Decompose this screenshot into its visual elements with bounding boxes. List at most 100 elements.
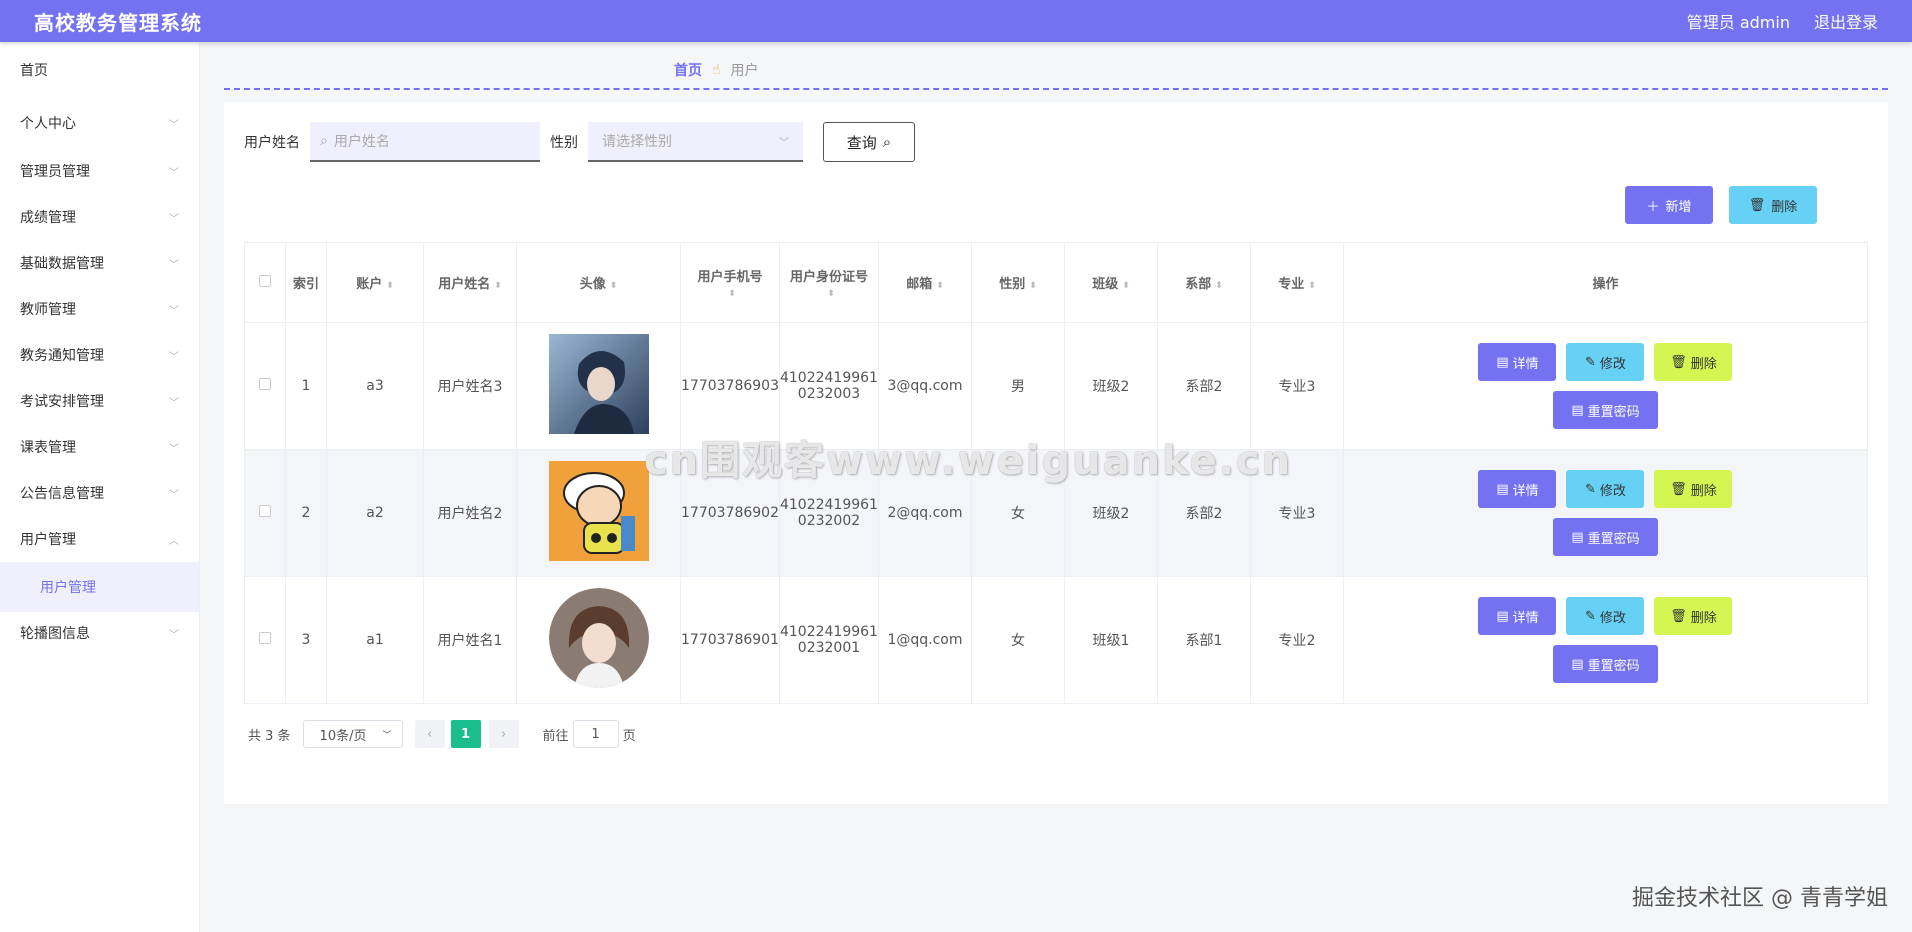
name-search-input[interactable]: ⌕ 用户姓名	[310, 122, 540, 162]
sort-icon: ⬍	[1029, 281, 1037, 291]
page-number[interactable]: 1	[450, 720, 481, 748]
reset-password-button[interactable]: ▤ 重置密码	[1552, 391, 1658, 429]
document-icon: ▤	[1571, 656, 1584, 672]
col-email[interactable]: 邮箱 ⬍	[877, 242, 972, 323]
table-row: 3 a1 用户姓名1 17703786901 41022419961 023200…	[244, 576, 1869, 704]
trash-icon: 🗑	[1670, 608, 1687, 624]
col-class[interactable]: 班级 ⬍	[1063, 242, 1158, 323]
avatar[interactable]	[548, 461, 649, 561]
add-button[interactable]: ＋ 新增	[1625, 186, 1713, 224]
gender-placeholder: 请选择性别	[602, 134, 672, 150]
search-icon: ⌕	[882, 133, 892, 151]
pencil-icon: ✎	[1585, 608, 1596, 624]
chevron-down-icon: ﹀	[169, 397, 179, 409]
cell-account: a1	[326, 576, 424, 704]
breadcrumb-home[interactable]: 首页	[674, 60, 702, 80]
reset-password-button[interactable]: ▤ 重置密码	[1552, 518, 1658, 556]
detail-button[interactable]: ▤ 详情	[1478, 343, 1557, 381]
sidebar-subitem-users[interactable]: 用户管理	[0, 562, 199, 612]
cell-phone: 17703786902	[680, 449, 780, 577]
corner-watermark: 掘金技术社区 @ 青青学姐	[1632, 886, 1888, 911]
delete-button[interactable]: 🗑 删除	[1654, 470, 1733, 508]
sidebar-item-carousel[interactable]: 轮播图信息 ﹀	[0, 612, 199, 654]
chevron-down-icon: ﹀	[169, 259, 179, 271]
goto-suffix: 页	[622, 728, 636, 744]
sidebar-item-home[interactable]: 首页	[0, 42, 199, 98]
app-title: 高校教务管理系统	[34, 10, 202, 35]
select-all-checkbox[interactable]	[259, 274, 271, 287]
cell-email: 1@qq.com	[877, 576, 972, 704]
cell-index: 2	[285, 449, 327, 577]
batch-delete-button[interactable]: 🗑 删除	[1729, 186, 1817, 224]
document-icon: ▤	[1496, 481, 1509, 497]
chevron-down-icon: ﹀	[169, 351, 179, 363]
avatar[interactable]	[548, 588, 649, 688]
sidebar-item-announcements[interactable]: 公告信息管理 ﹀	[0, 470, 199, 516]
col-phone[interactable]: 用户手机号 ⬍	[680, 242, 780, 323]
sort-icon: ⬍	[1215, 281, 1223, 291]
top-header: 高校教务管理系统 管理员 admin 退出登录	[0, 0, 1912, 42]
logout-link[interactable]: 退出登录	[1814, 9, 1878, 33]
query-button[interactable]: 查询 ⌕	[823, 122, 915, 162]
pencil-icon: ✎	[1585, 354, 1596, 370]
col-avatar[interactable]: 头像 ⬍	[516, 242, 681, 323]
row-checkbox[interactable]	[259, 378, 271, 390]
detail-button[interactable]: ▤ 详情	[1478, 470, 1557, 508]
goto-page-input[interactable]: 1	[572, 720, 619, 748]
row-checkbox[interactable]	[259, 632, 271, 644]
edit-button[interactable]: ✎ 修改	[1566, 597, 1645, 635]
trash-icon: 🗑	[1670, 354, 1687, 370]
col-account[interactable]: 账户 ⬍	[326, 242, 424, 323]
sidebar-item-exams[interactable]: 考试安排管理 ﹀	[0, 378, 199, 424]
content-panel: 用户姓名 ⌕ 用户姓名 性别 请选择性别 ﹀ 查询 ⌕ ＋ 新增 🗑 删除 索引…	[224, 102, 1888, 804]
col-id-number[interactable]: 用户身份证号 ⬍	[778, 242, 879, 323]
next-page-button[interactable]: ›	[488, 720, 519, 748]
sidebar-item-notices[interactable]: 教务通知管理 ﹀	[0, 332, 199, 378]
trash-icon: 🗑	[1748, 197, 1766, 213]
cell-index: 3	[285, 576, 327, 704]
cell-dept: 系部2	[1156, 449, 1251, 577]
select-all-cell	[244, 242, 286, 323]
cell-id-number: 41022419961 0232003	[778, 322, 879, 450]
prev-page-button[interactable]: ‹	[414, 720, 445, 748]
edit-button[interactable]: ✎ 修改	[1566, 470, 1645, 508]
page-size-select[interactable]: 10条/页 ﹀	[302, 720, 403, 748]
cell-major: 专业2	[1249, 576, 1344, 704]
document-icon: ▤	[1571, 402, 1584, 418]
delete-button[interactable]: 🗑 删除	[1654, 343, 1733, 381]
col-gender[interactable]: 性别 ⬍	[970, 242, 1065, 323]
row-checkbox[interactable]	[259, 505, 271, 517]
col-major[interactable]: 专业 ⬍	[1249, 242, 1344, 323]
gender-select[interactable]: 请选择性别 ﹀	[588, 122, 803, 162]
trash-icon: 🗑	[1670, 481, 1687, 497]
chevron-left-icon: ‹	[426, 726, 433, 742]
sidebar-item-base-data[interactable]: 基础数据管理 ﹀	[0, 240, 199, 286]
avatar[interactable]	[548, 334, 649, 434]
document-icon: ▤	[1496, 608, 1509, 624]
sidebar-item-teachers[interactable]: 教师管理 ﹀	[0, 286, 199, 332]
sidebar-item-profile[interactable]: 个人中心 ﹀	[0, 98, 199, 148]
col-name[interactable]: 用户姓名 ⬍	[423, 242, 517, 323]
cell-class: 班级1	[1063, 576, 1158, 704]
document-icon: ▤	[1571, 529, 1584, 545]
chevron-up-icon: ︿	[169, 535, 179, 547]
delete-button[interactable]: 🗑 删除	[1654, 597, 1733, 635]
chevron-down-icon: ﹀	[382, 730, 392, 741]
sort-icon: ⬍	[386, 281, 394, 291]
sidebar-item-admins[interactable]: 管理员管理 ﹀	[0, 148, 199, 194]
sidebar-item-timetable[interactable]: 课表管理 ﹀	[0, 424, 199, 470]
detail-button[interactable]: ▤ 详情	[1478, 597, 1557, 635]
col-dept[interactable]: 系部 ⬍	[1156, 242, 1251, 323]
cell-name: 用户姓名3	[423, 322, 517, 450]
sort-icon: ⬍	[1122, 281, 1130, 291]
edit-button[interactable]: ✎ 修改	[1566, 343, 1645, 381]
sort-icon: ⬍	[609, 281, 618, 291]
cell-name: 用户姓名1	[423, 576, 517, 704]
chevron-down-icon: ﹀	[169, 119, 179, 131]
divider	[224, 88, 1888, 90]
sidebar-item-grades[interactable]: 成绩管理 ﹀	[0, 194, 199, 240]
col-index: 索引	[285, 242, 327, 323]
reset-password-button[interactable]: ▤ 重置密码	[1552, 645, 1658, 683]
sidebar-item-users[interactable]: 用户管理 ︿	[0, 516, 199, 562]
plus-icon: ＋	[1646, 199, 1660, 215]
